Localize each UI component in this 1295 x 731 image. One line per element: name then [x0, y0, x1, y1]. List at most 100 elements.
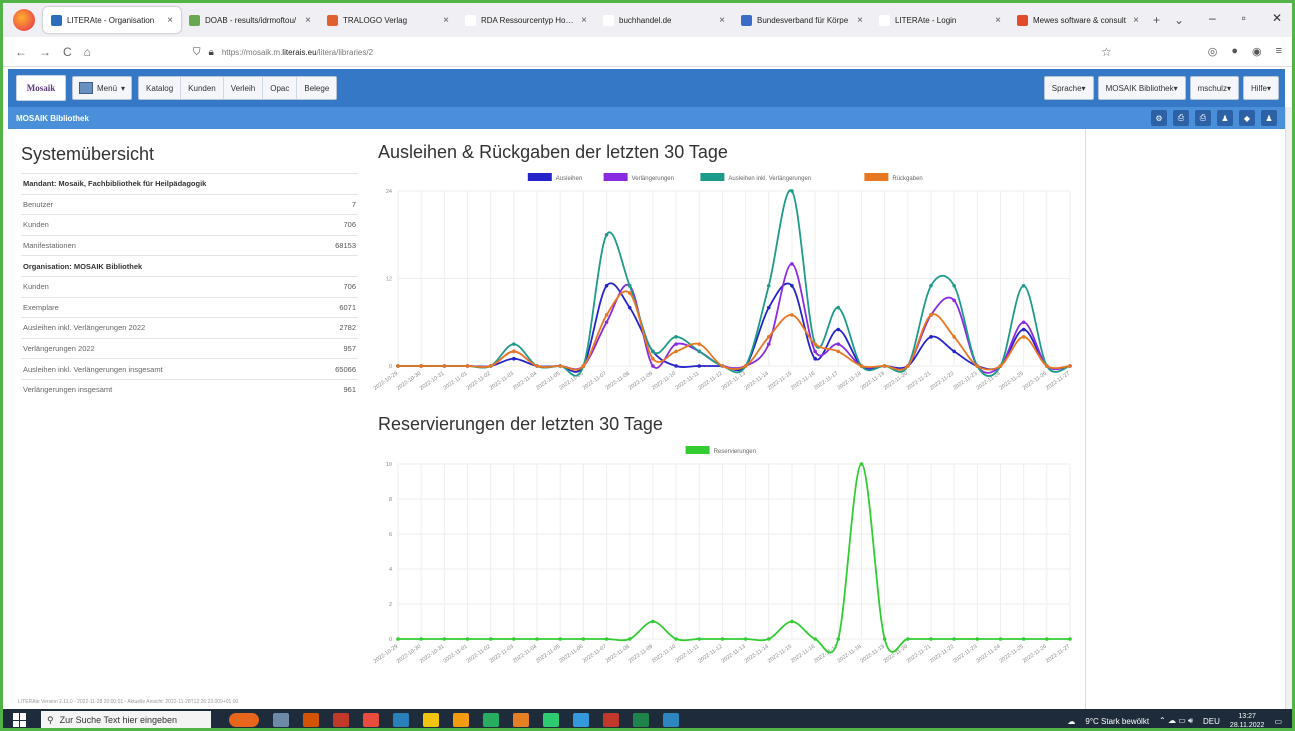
url-prefix: https://mosaik.m.	[221, 47, 283, 57]
browser-tab[interactable]: buchhandel.de ×	[595, 7, 733, 33]
tab-close-icon[interactable]: ×	[857, 15, 863, 26]
pocket-icon[interactable]: ◎	[1208, 45, 1218, 58]
file-explorer-icon[interactable]	[453, 713, 469, 727]
edge-icon[interactable]	[393, 713, 409, 727]
caret-down-icon: ▾	[1226, 83, 1231, 93]
toolbar-dropdown[interactable]: mschulz ▾	[1189, 76, 1239, 100]
powerpoint-icon[interactable]	[603, 713, 619, 727]
data-point	[720, 637, 725, 641]
print-list-icon[interactable]: ⎙	[1195, 110, 1211, 126]
tab-close-icon[interactable]: ×	[1133, 15, 1139, 26]
table-row: Ausleihen inkl. Verlängerungen 2022 2782	[21, 317, 358, 338]
tab-list-icon[interactable]: ⌄	[1174, 13, 1184, 27]
extension-icon[interactable]: ◉	[1252, 45, 1262, 58]
nav-item[interactable]: Opac	[263, 77, 298, 99]
weather-widget-icon[interactable]	[229, 713, 259, 727]
user-add-icon[interactable]: ♟	[1261, 110, 1277, 126]
row-label: Kunden	[23, 282, 49, 292]
data-point	[975, 637, 980, 641]
browser-tab[interactable]: DOAB - results/idrmoftou/ ×	[181, 7, 319, 33]
data-point	[697, 364, 702, 368]
nav-item[interactable]: Kunden	[181, 77, 224, 99]
mosaik-logo[interactable]: Mosaik	[16, 75, 66, 101]
tag-icon[interactable]: ◆	[1239, 110, 1255, 126]
toolbar-dropdown[interactable]: Sprache ▾	[1043, 76, 1094, 100]
data-point	[952, 349, 956, 354]
account-icon[interactable]: ●	[1231, 45, 1238, 58]
home-icon[interactable]: ⌂	[84, 45, 91, 59]
browser-tab[interactable]: LITERAte - Login ×	[871, 7, 1009, 33]
tab-favicon-icon	[51, 14, 62, 26]
excel-icon[interactable]	[633, 713, 649, 727]
x-tick-label: 2022-11-15	[767, 371, 793, 392]
print-icon[interactable]: ⎙	[1173, 110, 1189, 126]
bookmark-star-icon[interactable]: ☆	[1101, 45, 1112, 59]
clock[interactable]: 13:27 28.11.2022	[1230, 712, 1265, 728]
weather-text[interactable]: 9°C Stark bewölkt	[1085, 717, 1149, 726]
tab-favicon-icon	[327, 14, 338, 26]
system-tray: ☁ 9°C Stark bewölkt ⌃ ☁ ▭ 🔊︎ DEU 13:27 2…	[1067, 712, 1282, 728]
new-tab-icon[interactable]: +	[1153, 13, 1160, 27]
forward-icon[interactable]: →	[39, 45, 51, 59]
app-icon-2[interactable]	[333, 713, 349, 727]
data-point	[627, 305, 632, 310]
toolbar-dropdown[interactable]: MOSAIK Bibliothek ▾	[1097, 76, 1186, 100]
back-icon[interactable]: ←	[15, 45, 27, 59]
data-point	[929, 637, 933, 641]
app-icon-3[interactable]	[363, 713, 379, 727]
task-view-icon[interactable]	[273, 713, 289, 727]
page-scrollbar[interactable]	[1285, 107, 1292, 709]
app-icon-4[interactable]	[423, 713, 439, 727]
firefox-taskbar-icon[interactable]	[513, 713, 529, 727]
tab-close-icon[interactable]: ×	[995, 15, 1001, 26]
x-tick-label: 2022-11-27	[1045, 371, 1071, 392]
x-tick-label: 2022-11-01	[443, 644, 469, 665]
tab-close-icon[interactable]: ×	[167, 15, 173, 26]
data-point	[627, 637, 632, 641]
language-indicator[interactable]: DEU	[1203, 717, 1220, 726]
data-point	[651, 619, 655, 624]
tray-icons[interactable]: ⌃ ☁ ▭ 🔊︎	[1159, 716, 1193, 726]
taskbar-search[interactable]: ⚲ Zur Suche Text hier eingeben	[41, 711, 211, 728]
minimize-icon[interactable]: –	[1209, 11, 1216, 25]
data-point	[1021, 637, 1026, 641]
browser-tab[interactable]: RDA Ressourcentyp Hochschu ×	[457, 7, 595, 33]
hamburger-menu-icon[interactable]: ≡	[1276, 45, 1282, 58]
settings-icon[interactable]: ⚙	[1151, 110, 1167, 126]
nav-item[interactable]: Verleih	[224, 77, 264, 99]
user-icon[interactable]: ♟	[1217, 110, 1233, 126]
browser-tab[interactable]: TRALOGO Verlag ×	[319, 7, 457, 33]
browser-tab[interactable]: LITERAte - Organisation ×	[43, 7, 181, 33]
browser-tab[interactable]: Mewes software & consult ×	[1009, 7, 1147, 33]
chrome-icon[interactable]	[483, 713, 499, 727]
toolbar-dropdown[interactable]: Hilfe ▾	[1242, 76, 1279, 100]
tab-label: buchhandel.de	[619, 15, 672, 25]
maximize-icon[interactable]: ▫	[1242, 11, 1246, 25]
x-tick-label: 2022-11-14	[744, 371, 770, 392]
clock-time: 13:27	[1238, 713, 1256, 720]
app-icon-1[interactable]	[303, 713, 319, 727]
menu-button[interactable]: Menü ▾	[72, 76, 133, 100]
tab-close-icon[interactable]: ×	[581, 15, 587, 26]
firefox-icon[interactable]	[13, 9, 35, 31]
data-point	[697, 637, 702, 641]
close-window-icon[interactable]: ✕	[1272, 11, 1282, 25]
data-point	[952, 283, 956, 288]
browser-tab[interactable]: Bundesverband für Körpe ×	[733, 7, 871, 33]
data-point	[674, 349, 678, 354]
app-icon-5[interactable]	[543, 713, 559, 727]
data-point	[766, 305, 771, 310]
notification-icon[interactable]: ▭	[1274, 717, 1282, 726]
tab-close-icon[interactable]: ×	[305, 15, 311, 26]
nav-item[interactable]: Belege	[297, 77, 336, 99]
app-icon-6[interactable]	[573, 713, 589, 727]
tab-close-icon[interactable]: ×	[443, 15, 449, 26]
legend-label: Rückgaben	[892, 176, 922, 182]
nav-item[interactable]: Katalog	[139, 77, 182, 99]
reload-icon[interactable]: C	[63, 45, 72, 59]
url-bar[interactable]: ⛉ 🔒︎ https://mosaik.m. literais.eu/litera…	[193, 43, 1123, 61]
windows-start-icon[interactable]	[13, 713, 27, 727]
word-icon[interactable]	[663, 713, 679, 727]
tab-close-icon[interactable]: ×	[719, 15, 725, 26]
x-tick-label: 2022-10-31	[419, 371, 445, 392]
